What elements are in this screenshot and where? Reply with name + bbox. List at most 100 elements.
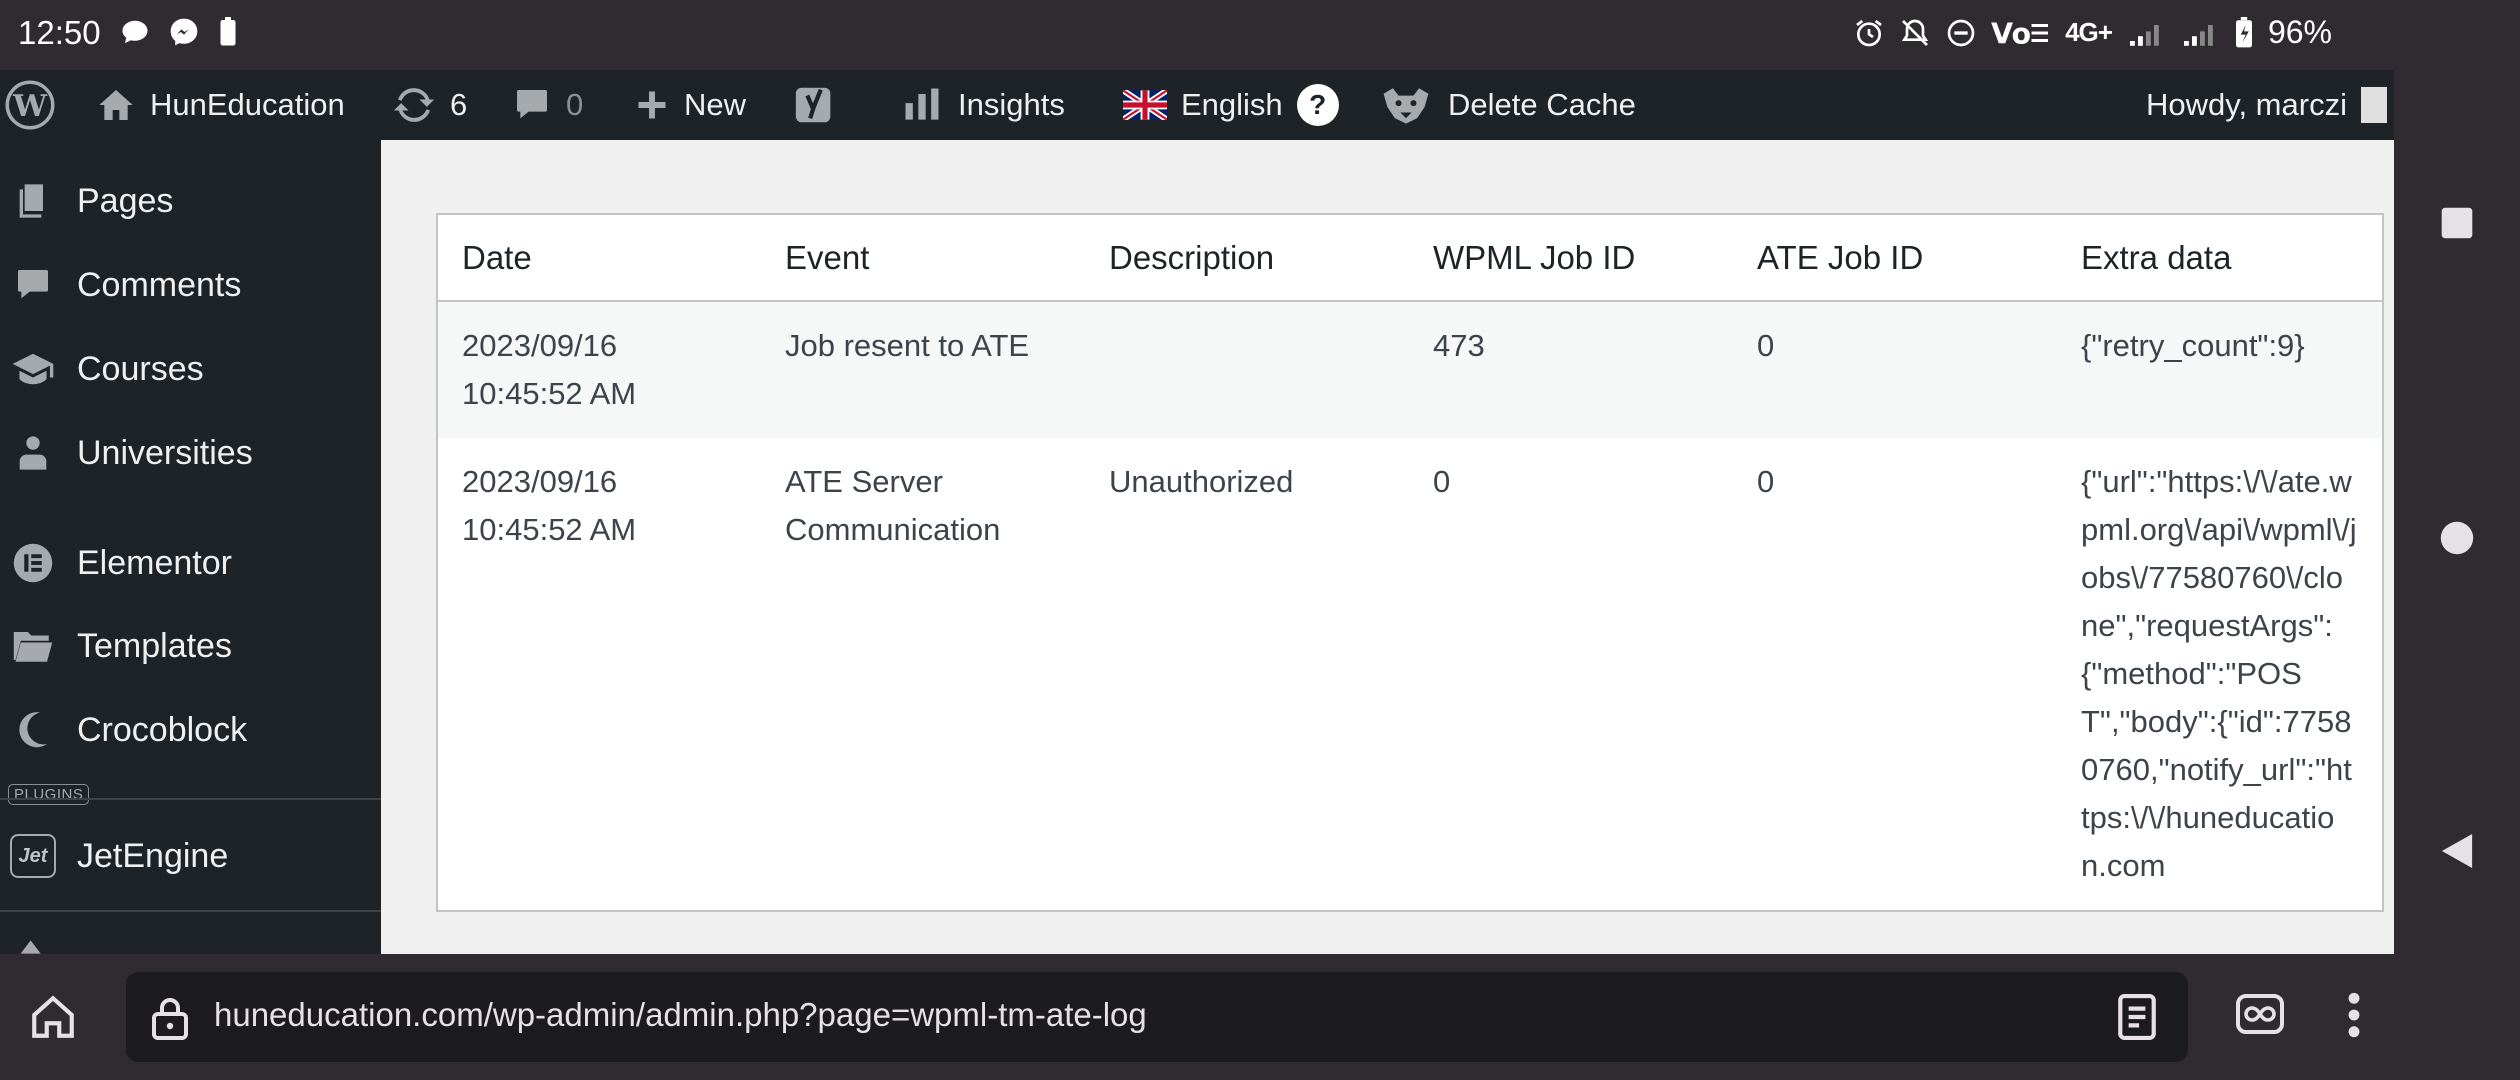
plus-icon: [638, 91, 666, 119]
lock-icon[interactable]: [150, 996, 190, 1040]
sidebar-item-pages[interactable]: Pages: [0, 166, 381, 236]
home-button[interactable]: [2394, 520, 2520, 556]
sidebar-item-label: Comments: [77, 265, 242, 304]
cache-plugin-icon: [1383, 88, 1429, 124]
cell-date: 2023/09/16 10:45:52 AM: [437, 301, 761, 438]
delete-cache-label: Delete Cache: [1448, 87, 1636, 122]
comment-bubble-icon: [517, 90, 547, 119]
sidebar-item-crocoblock[interactable]: Crocoblock: [0, 695, 381, 765]
comments-count: 0: [566, 87, 584, 122]
table-row: 2023/09/16 10:45:52 AM Job resent to ATE…: [437, 301, 2383, 438]
avatar: [2360, 87, 2387, 123]
cell-event: ATE Server Communication: [785, 464, 1001, 547]
table-row: 2023/09/16 10:45:52 AM ATE Server Commun…: [437, 438, 2383, 911]
column-header-date: Date: [437, 214, 761, 302]
comments-link[interactable]: 0: [512, 70, 583, 140]
tabs-infinity-icon: [2236, 994, 2284, 1034]
cell-date: 2023/09/16 10:45:52 AM: [462, 464, 637, 547]
cell-wpml-job-id: 0: [1433, 464, 1451, 499]
bar-chart-icon: [905, 88, 939, 120]
admin-sidebar: Pages Comments Courses Universities Elem…: [0, 140, 381, 954]
yoast-seo-button[interactable]: [792, 70, 838, 140]
sidebar-item-label: Elementor: [77, 543, 232, 582]
square-icon: [2441, 207, 2473, 239]
sidebar-item-jetengine[interactable]: Jet JetEngine: [0, 821, 381, 891]
column-header-extra-data: Extra data: [2057, 214, 2383, 302]
cell-ate-job-id: 0: [1757, 464, 1775, 499]
svg-text:W: W: [12, 89, 48, 124]
wordpress-logo-button[interactable]: W: [4, 70, 56, 140]
sidebar-item-label: Crocoblock: [77, 710, 248, 749]
tab-switcher-button[interactable]: [2236, 994, 2284, 1039]
system-icons: Vo 4G+ 96%: [1853, 14, 2332, 51]
updates-count: 6: [450, 87, 468, 122]
url-text[interactable]: huneducation.com/wp-admin/admin.php?page…: [214, 996, 1147, 1034]
column-header-event: Event: [761, 214, 1085, 302]
system-navigation-bar: [2394, 0, 2520, 1080]
address-bar[interactable]: huneducation.com/wp-admin/admin.php?page…: [126, 972, 2188, 1062]
home-icon: [99, 90, 133, 120]
alarm-icon: [1856, 19, 1882, 46]
back-button[interactable]: [2394, 832, 2520, 870]
new-content-link[interactable]: New: [634, 70, 746, 140]
main-content: Date Event Description WPML Job ID ATE J…: [381, 140, 2394, 954]
cell-description: [1085, 301, 1409, 438]
cell-wpml-job-id: 473: [1409, 301, 1733, 438]
insights-link[interactable]: Insights: [900, 70, 1065, 140]
reader-mode-icon[interactable]: [2116, 994, 2158, 1040]
battery-saver-icon: [220, 17, 236, 46]
pages-icon: [10, 178, 56, 224]
howdy-label: Howdy, marczi: [2146, 87, 2347, 122]
delete-cache-link[interactable]: Delete Cache: [1378, 70, 1636, 140]
chat-bubble-icon: [122, 20, 148, 44]
yoast-icon: [795, 87, 831, 123]
language-label: English: [1181, 87, 1283, 122]
wp-admin-bar: W HunEducation 6 0 New Insights English …: [0, 70, 2394, 140]
wordpress-logo-icon: W: [5, 80, 55, 130]
sidebar-item-courses[interactable]: Courses: [0, 334, 381, 404]
ate-log-table: Date Event Description WPML Job ID ATE J…: [436, 213, 2384, 912]
comments-icon: [10, 262, 56, 308]
sidebar-divider: [0, 910, 381, 912]
sidebar-item-label: Pages: [77, 181, 174, 220]
new-label: New: [684, 87, 747, 122]
column-header-ate-job-id: ATE Job ID: [1733, 214, 2057, 302]
user-account-menu[interactable]: Howdy, marczi: [2146, 70, 2387, 140]
elementor-icon: [10, 540, 56, 586]
insights-label: Insights: [958, 87, 1065, 122]
cell-description: Unauthorized: [1109, 464, 1294, 499]
sidebar-item-comments[interactable]: Comments: [0, 250, 381, 320]
notification-icons: [120, 16, 238, 48]
recents-button[interactable]: [2394, 206, 2520, 240]
browser-menu-button[interactable]: [2346, 992, 2362, 1043]
site-name-link[interactable]: HunEducation: [96, 70, 345, 140]
jetengine-icon: Jet: [10, 833, 56, 879]
svg-text:Vo: Vo: [1991, 17, 2031, 49]
cell-ate-job-id: 0: [1733, 301, 2057, 438]
sidebar-item-universities[interactable]: Universities: [0, 418, 381, 488]
circle-icon: [2440, 521, 2474, 555]
home-outline-icon: [32, 995, 74, 1038]
browser-home-button[interactable]: [28, 992, 78, 1047]
messenger-icon: [170, 18, 198, 46]
mute-icon: [1901, 19, 1929, 46]
help-icon[interactable]: ?: [1296, 84, 1339, 126]
sidebar-item-elementor[interactable]: Elementor: [0, 528, 381, 598]
status-time: 12:50: [18, 14, 101, 51]
signal-icon-2: [2183, 24, 2213, 46]
triangle-back-icon: [2441, 834, 2473, 868]
sidebar-item-label: Courses: [77, 349, 204, 388]
universities-icon: [10, 430, 56, 476]
volte-icon: Vo: [1991, 17, 2049, 49]
cell-extra-data: {"retry_count":9}: [2057, 301, 2383, 438]
updates-link[interactable]: 6: [392, 70, 467, 140]
next-menu-icon: [20, 940, 41, 954]
uk-flag-icon: [1123, 90, 1167, 120]
status-bar: 12:50 Vo 4G+ 96%: [0, 0, 2394, 70]
sidebar-item-templates[interactable]: Templates: [0, 611, 381, 681]
battery-icon: [2235, 16, 2252, 47]
language-switcher[interactable]: English ?: [1123, 70, 1339, 140]
jet-icon-text: Jet: [10, 834, 56, 878]
more-vertical-icon: [2348, 992, 2360, 1038]
table-header-row: Date Event Description WPML Job ID ATE J…: [437, 214, 2383, 302]
